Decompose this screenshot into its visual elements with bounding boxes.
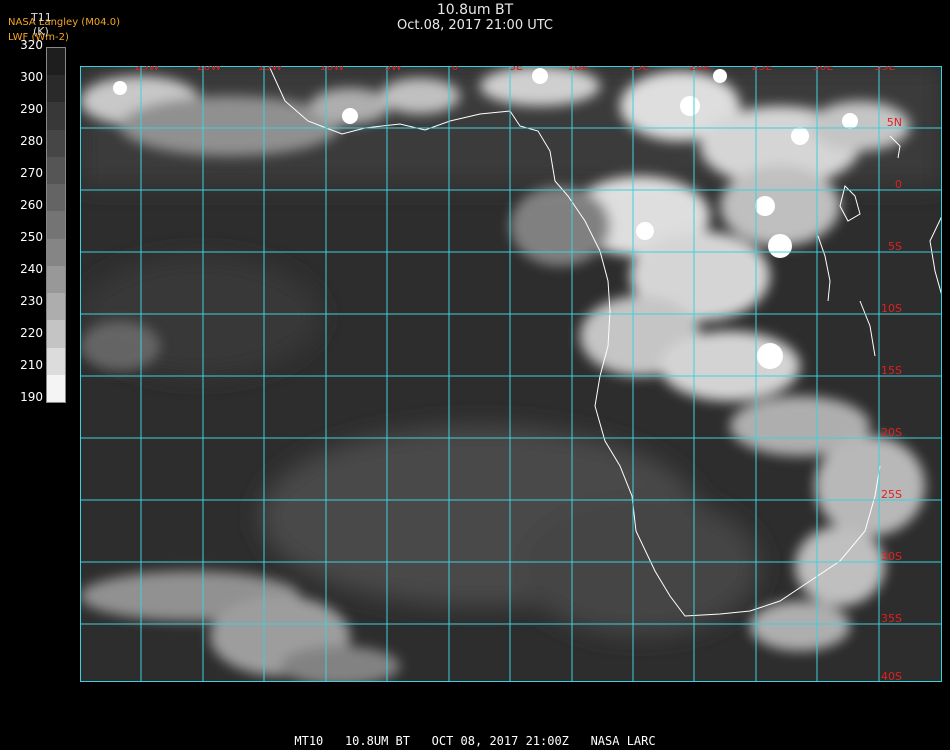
credit-line: NASA Langley (M04.0) xyxy=(8,17,120,28)
longitude-label: 25E xyxy=(752,66,773,73)
satellite-map: 25W 20W 15W 10W 5W 0 5E 10E 15E 20E 25E 30E 35E 5N 0 5… xyxy=(80,66,942,682)
longitude-label: 15W xyxy=(258,66,283,73)
colorbar-segment xyxy=(47,320,65,349)
longitude-label: 10E xyxy=(568,66,589,73)
latitude-label: 20S xyxy=(881,426,902,439)
colorbar-segment xyxy=(47,293,65,321)
latitude-label: 35S xyxy=(881,612,902,625)
title: 10.8um BT xyxy=(436,2,514,18)
colorbar-segment xyxy=(47,75,65,103)
longitude-label: 5W xyxy=(384,66,402,73)
longitude-label: 5E xyxy=(509,66,523,73)
colorbar-tick-label: 240 xyxy=(20,262,43,276)
colorbar-segment xyxy=(47,374,65,403)
colorbar-tick-label: 270 xyxy=(20,166,43,180)
colorbar-tick-label: 190 xyxy=(20,390,43,404)
colorbar-segment xyxy=(47,347,65,376)
longitude-label: 25W xyxy=(135,66,160,73)
colorbar xyxy=(46,47,66,403)
longitude-label: 0 xyxy=(452,66,459,73)
colorbar-segment xyxy=(47,102,65,131)
colorbar-tick-label: 260 xyxy=(20,198,43,212)
latitude-label: 15S xyxy=(881,364,902,377)
colorbar-title: T11 xyxy=(31,11,52,24)
latitude-label: 10S xyxy=(881,302,902,315)
colorbar-tick-label: 230 xyxy=(20,294,43,308)
colorbar-tick-label: 250 xyxy=(20,230,43,244)
colorbar-segment xyxy=(47,129,65,158)
colorbar-tick-label: 210 xyxy=(20,358,43,372)
colorbar-segment xyxy=(47,265,65,294)
colorbar-tick-label: 290 xyxy=(20,102,43,116)
colorbar-tick-label: 280 xyxy=(20,134,43,148)
colorbar-tick-label: 220 xyxy=(20,326,43,340)
longitude-label: 30E xyxy=(813,66,834,73)
footer-caption: MT10 10.8UM BT OCT 08, 2017 21:00Z NASA … xyxy=(294,734,656,748)
longitude-label: 15E xyxy=(629,66,650,73)
colorbar-segment xyxy=(47,184,65,212)
colorbar-segment xyxy=(47,211,65,240)
colorbar-tick-label: 320 xyxy=(20,38,43,52)
colorbar-segment xyxy=(47,156,65,185)
latitude-label: 0 xyxy=(895,178,902,191)
latitude-label: 40S xyxy=(881,670,902,682)
longitude-label: 35E xyxy=(875,66,896,73)
colorbar-unit: (K) xyxy=(33,25,49,38)
longitude-label: 20W xyxy=(197,66,222,73)
latitude-label: 5N xyxy=(887,116,902,129)
latitude-label: 30S xyxy=(881,550,902,563)
latitude-label: 5S xyxy=(888,240,902,253)
longitude-label: 10W xyxy=(320,66,345,73)
colorbar-tick-label: 300 xyxy=(20,70,43,84)
colorbar-segment xyxy=(47,48,65,76)
ir-imagery xyxy=(80,66,942,682)
latitude-label: 25S xyxy=(881,488,902,501)
colorbar-segment xyxy=(47,238,65,267)
timestamp: Oct.08, 2017 21:00 UTC xyxy=(397,18,553,33)
longitude-label: 20E xyxy=(690,66,711,73)
